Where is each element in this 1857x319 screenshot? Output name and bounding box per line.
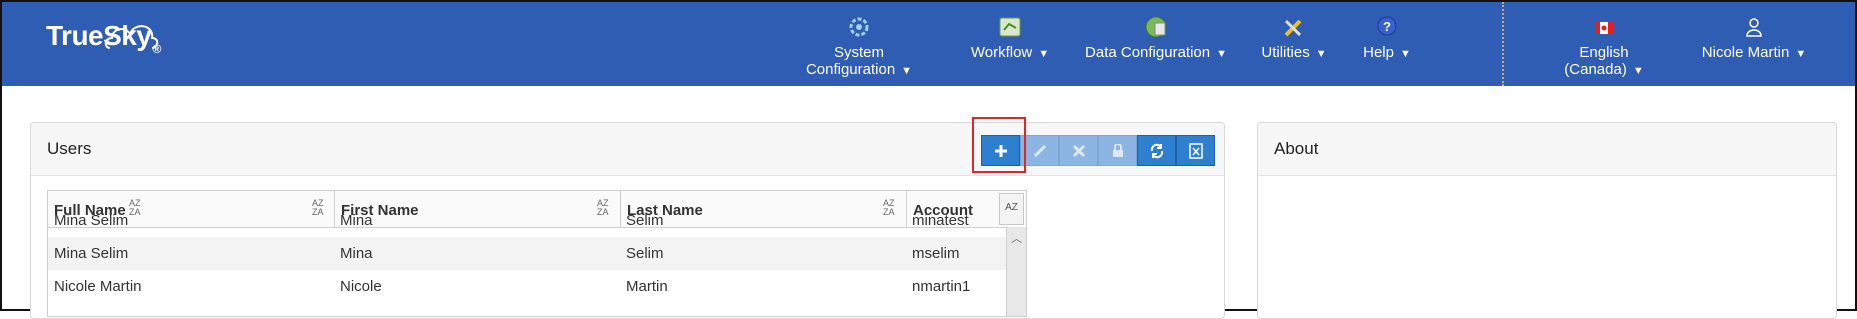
about-panel-title: About (1274, 139, 1319, 158)
export-excel-icon (1188, 142, 1203, 159)
chevron-down-icon: ▼ (1038, 48, 1050, 60)
about-panel: About (1257, 122, 1837, 319)
user-icon (1746, 18, 1762, 37)
about-panel-header: About (1258, 123, 1836, 176)
users-panel: Users Full Name AZ ZA AZ ZA First Name A… (30, 122, 1225, 319)
workflow-icon (999, 17, 1021, 37)
users-panel-title: Users (47, 139, 92, 158)
nav-system-configuration[interactable]: System Configuration ▼ (784, 14, 934, 78)
lock-icon (1112, 143, 1123, 157)
chevron-down-icon: ▼ (1399, 48, 1411, 60)
table-row[interactable]: Mina Selim Mina Selim mselim (48, 237, 1006, 270)
chevron-up-icon[interactable]: ︿ (1011, 230, 1022, 246)
cell-account: nmartin1 (912, 278, 971, 295)
cell-last-name: Selim (626, 245, 664, 262)
language-selector[interactable]: English (Canada) ▼ (1540, 14, 1668, 78)
chevron-down-icon: ▼ (901, 65, 913, 77)
cell-full-name: Nicole Martin (54, 278, 142, 295)
nav-label: Help (1363, 44, 1394, 61)
cell-last-name: Selim (626, 212, 664, 229)
user-menu[interactable]: Nicole Martin ▼ (1700, 14, 1808, 74)
chevron-down-icon: ▼ (1795, 48, 1807, 60)
grid-scrollbar[interactable]: ︿ (1006, 227, 1026, 316)
refresh-icon (1150, 143, 1163, 158)
language-label: English (Canada) (1564, 44, 1629, 78)
cell-full-name: Mina Selim (54, 212, 129, 229)
users-grid: Full Name AZ ZA AZ ZA First Name AZ ZA Last… (47, 190, 1027, 317)
table-row[interactable]: Mina Selim Mina Selim minatest (48, 204, 1006, 237)
users-panel-header: Users (31, 123, 1224, 176)
cell-full-name: Mina Selim (54, 245, 129, 262)
cell-account: mselim (912, 245, 960, 262)
canada-flag-icon (1595, 22, 1613, 34)
delete-user-button[interactable] (1059, 135, 1098, 166)
top-navigation-bar: TrueSky® System Configuration ▼ Workflow ▼… (2, 2, 1855, 86)
edit-icon (1033, 144, 1046, 157)
chevron-down-icon: ▼ (1315, 48, 1327, 60)
nav-label: Workflow (970, 44, 1033, 61)
user-name: Nicole Martin (1701, 44, 1790, 61)
nav-label: System Configuration (805, 44, 896, 78)
nav-help[interactable]: ? Help ▼ (1362, 14, 1412, 74)
cell-account: minatest (912, 212, 969, 229)
nav-label: Data Configuration (1085, 44, 1211, 61)
table-row[interactable]: Nicole Martin Nicole Martin nmartin1 (48, 270, 1006, 303)
cloud-logo-icon (104, 25, 159, 49)
cell-first-name: Mina (340, 245, 373, 262)
gear-clock-icon (849, 17, 869, 37)
help-icon: ? (1377, 16, 1397, 36)
nav-label: Utilities (1261, 44, 1310, 61)
delete-icon (1072, 144, 1085, 157)
cell-last-name: Martin (626, 278, 668, 295)
nav-divider (1502, 2, 1504, 86)
nav-data-configuration[interactable]: Data Configuration ▼ (1085, 14, 1227, 74)
nav-workflow[interactable]: Workflow ▼ (970, 14, 1050, 74)
database-globe-icon (1145, 16, 1167, 38)
chevron-down-icon: ▼ (1632, 65, 1644, 77)
chevron-down-icon: ▼ (1216, 48, 1227, 60)
lock-user-button[interactable] (1098, 135, 1137, 166)
nav-utilities[interactable]: Utilities ▼ (1260, 14, 1328, 74)
export-excel-button[interactable] (1176, 135, 1215, 166)
tools-icon (1284, 19, 1302, 37)
add-button-highlight (972, 117, 1026, 173)
svg-text:?: ? (1383, 19, 1391, 34)
refresh-button[interactable] (1137, 135, 1176, 166)
cell-first-name: Mina (340, 212, 373, 229)
cell-first-name: Nicole (340, 278, 382, 295)
